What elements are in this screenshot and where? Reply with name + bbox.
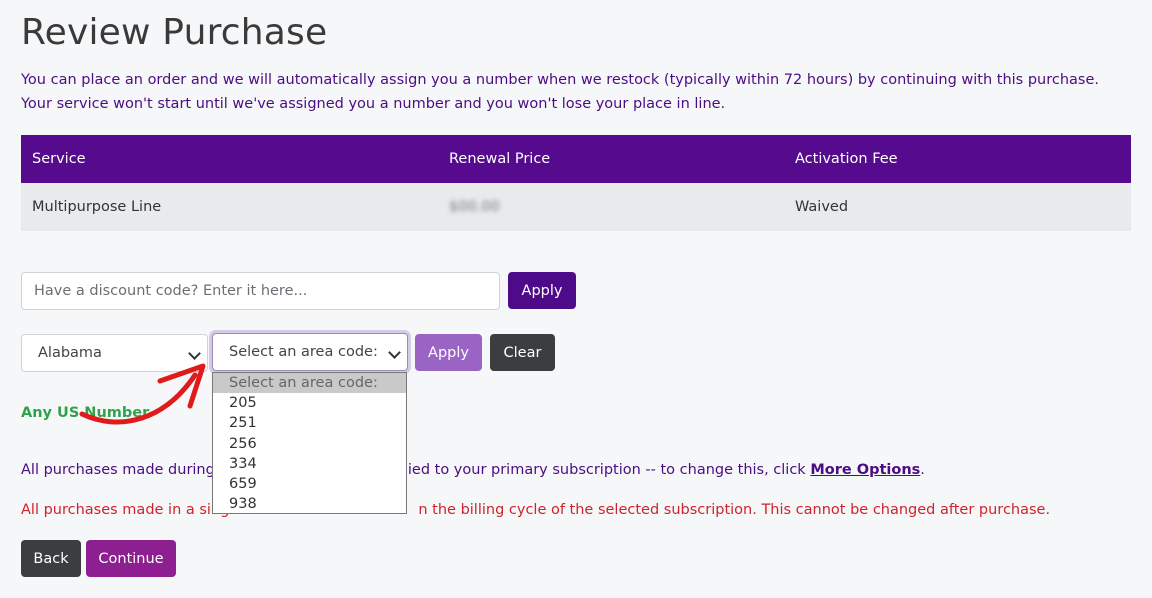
intro-text: You can place an order and we will autom… [21,72,1100,112]
header-service: Service [32,151,86,167]
area-code-option[interactable]: 256 [213,434,406,454]
page-title: Review Purchase [21,12,328,53]
area-code-option[interactable]: 938 [213,494,406,514]
table-row: Multipurpose Line $00.00 Waived [21,183,1131,231]
info-text: All purchases made during lied to your pr… [21,462,925,478]
area-code-option[interactable]: Select an area code: [213,373,406,394]
info-text-end: lied to your primary subscription -- to … [403,462,806,478]
area-code-select[interactable]: Select an area code: [212,333,408,371]
area-code-apply-button[interactable]: Apply [415,334,482,371]
more-options-link[interactable]: More Options [810,462,920,478]
renewal-price-blurred: $00.00 [449,199,500,215]
continue-button[interactable]: Continue [86,540,176,577]
warning-text-start: All purchases made in a sing [21,502,230,518]
table-header: Service Renewal Price Activation Fee [21,135,1131,183]
state-select[interactable]: Alabama [21,334,208,372]
header-renewal-price: Renewal Price [449,151,551,167]
chevron-down-icon [188,347,201,360]
area-code-option[interactable]: 334 [213,454,406,474]
cell-activation-fee: Waived [795,199,849,215]
back-button[interactable]: Back [21,540,81,577]
info-text-start: All purchases made during [21,462,215,478]
area-code-option[interactable]: 659 [213,474,406,494]
state-select-value: Alabama [38,345,102,361]
header-activation-fee: Activation Fee [795,151,898,167]
area-code-dropdown-list[interactable]: Select an area code: 205 251 256 334 659… [212,372,407,514]
cell-service: Multipurpose Line [32,199,162,215]
discount-apply-button[interactable]: Apply [508,272,576,309]
area-code-select-value: Select an area code: [229,344,378,360]
warning-text: All purchases made in a sing n the billin… [21,502,1050,518]
any-us-number-label: Any US Number [21,405,150,421]
discount-code-input[interactable] [21,272,500,310]
info-period: . [920,462,925,478]
area-code-option[interactable]: 251 [213,413,406,433]
purchase-table: Service Renewal Price Activation Fee Mul… [21,135,1131,231]
chevron-down-icon [388,346,401,359]
area-code-clear-button[interactable]: Clear [490,334,555,371]
cell-renewal-price: $00.00 [437,199,783,215]
area-code-option[interactable]: 205 [213,393,406,413]
warning-text-end: n the billing cycle of the selected subs… [418,502,1051,518]
